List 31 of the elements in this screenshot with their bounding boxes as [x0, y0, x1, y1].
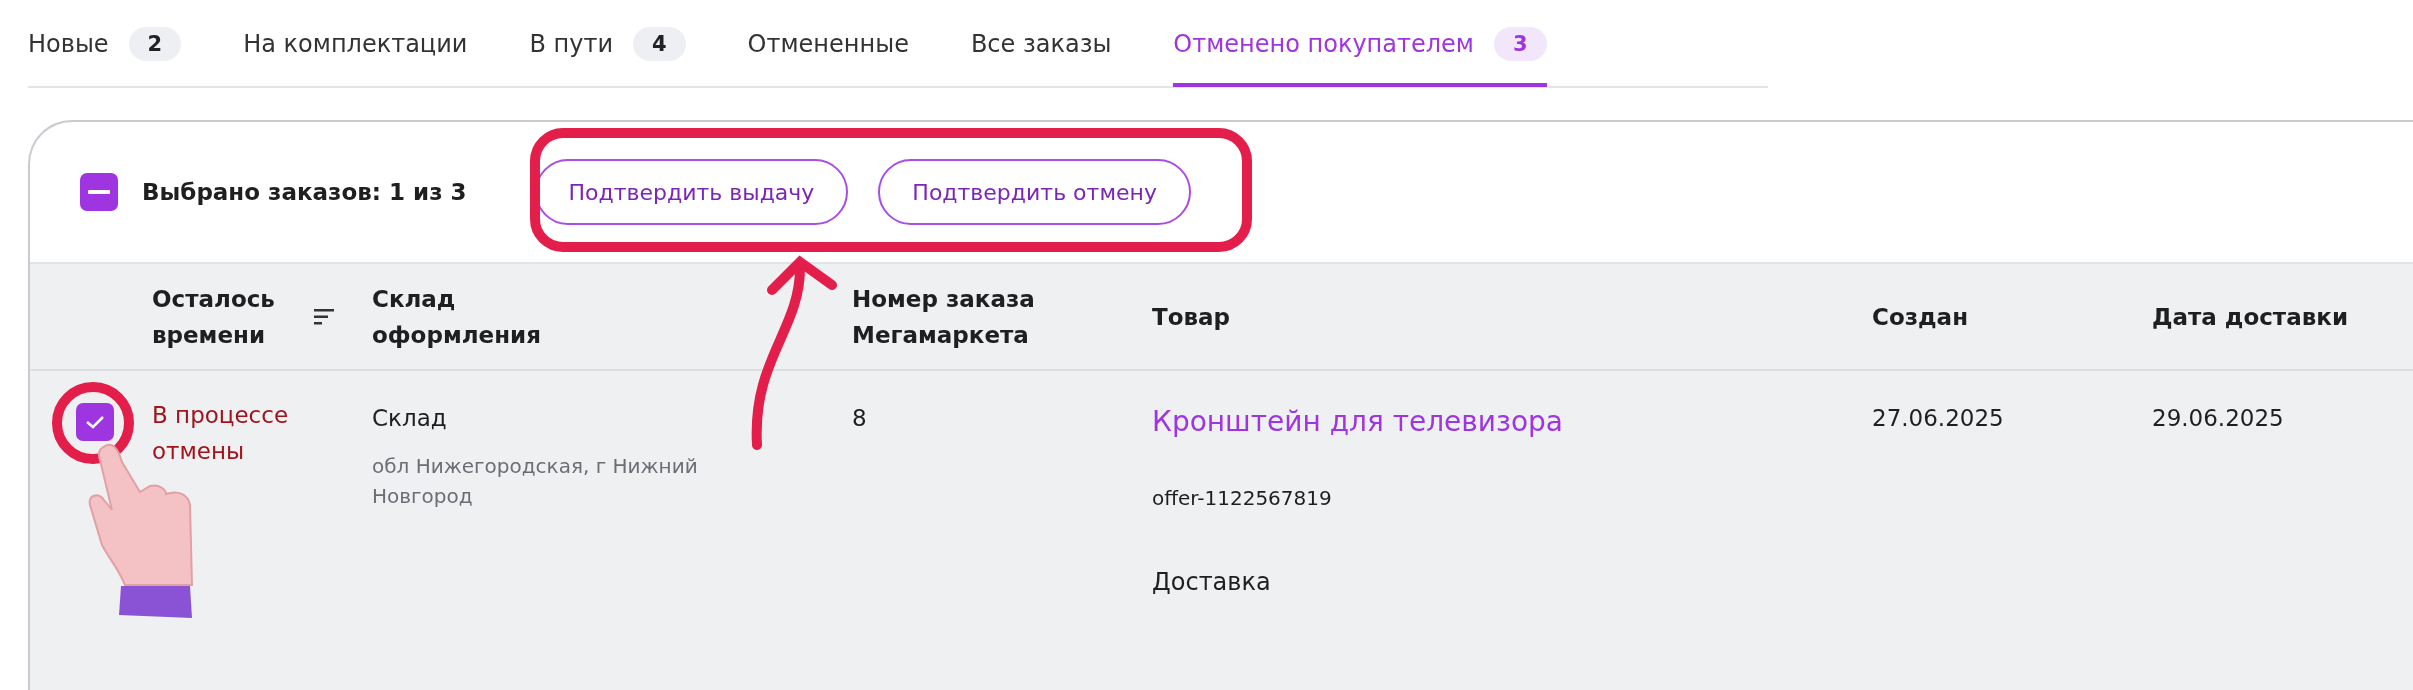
- delivery-date: 29.06.2025: [2152, 405, 2284, 431]
- product-link[interactable]: Кронштейн для телевизора: [1152, 405, 1872, 438]
- offer-id: offer-1122567819: [1152, 486, 1333, 510]
- tab[interactable]: Отменено покупателем 3: [1173, 1, 1547, 87]
- column-header: Товар: [1152, 302, 1231, 332]
- count-badge: 4: [633, 27, 686, 61]
- tab[interactable]: На комплектации: [243, 1, 468, 87]
- tab[interactable]: Все заказы: [970, 1, 1112, 87]
- tab[interactable]: В пути 4: [529, 1, 686, 87]
- select-all-checkbox[interactable]: [80, 173, 118, 211]
- column-header: Номер заказа Мегамаркета: [852, 284, 1036, 350]
- confirm-button[interactable]: Подтвердить отмену: [878, 159, 1191, 225]
- selection-count: Выбрано заказов: 1 из 3: [142, 179, 467, 205]
- minus-icon: [88, 190, 110, 194]
- count-badge: 3: [1494, 27, 1547, 61]
- column-header: Осталось времени: [152, 284, 276, 350]
- check-icon: [84, 414, 106, 430]
- sort-icon[interactable]: [314, 308, 334, 325]
- created-date: 27.06.2025: [1872, 405, 2004, 431]
- order-number: 8: [852, 405, 867, 431]
- tab[interactable]: Новые 2: [28, 1, 182, 87]
- column-header: Склад оформления: [372, 284, 542, 350]
- count-badge: 2: [128, 27, 182, 61]
- row-checkbox[interactable]: [76, 403, 114, 441]
- column-header: Создан: [1872, 302, 1969, 332]
- warehouse-name: Склад: [372, 405, 448, 431]
- column-header: Дата доставки: [2152, 302, 2348, 332]
- warehouse-address: обл Нижегородская, г Нижний Новгород: [372, 453, 699, 510]
- status-text: В процессе отмены: [152, 401, 290, 466]
- delivery-type: Доставка: [1152, 568, 1272, 596]
- tab[interactable]: Отмененные: [747, 1, 909, 87]
